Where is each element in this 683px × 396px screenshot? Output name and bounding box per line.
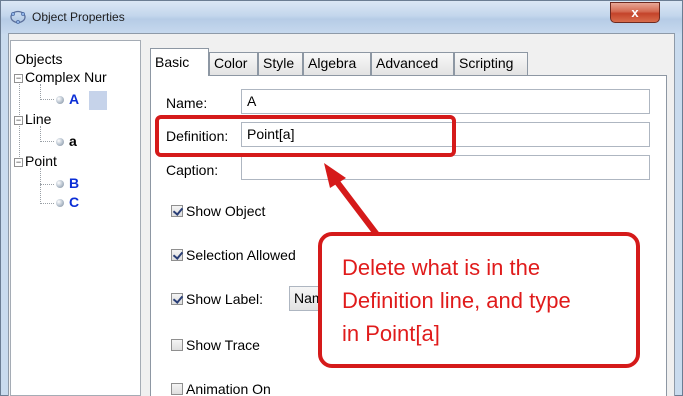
checkbox-checked-icon <box>171 205 183 217</box>
tree-item-a[interactable]: a <box>56 133 77 149</box>
show-label-checkbox[interactable]: Show Label: <box>171 291 263 307</box>
tree-group-label: Line <box>25 111 52 127</box>
selection-allowed-checkbox[interactable]: Selection Allowed <box>171 247 296 263</box>
tree-group-point[interactable]: − Point <box>14 153 57 169</box>
point-icon <box>56 199 64 208</box>
tree-group-complex[interactable]: − Complex Nur <box>14 69 107 85</box>
collapse-icon[interactable]: − <box>14 73 23 83</box>
object-properties-icon <box>10 10 26 24</box>
tree-item-B[interactable]: B <box>56 175 79 191</box>
tab-scripting[interactable]: Scripting <box>454 52 528 75</box>
point-icon <box>56 180 64 189</box>
window-title: Object Properties <box>32 10 125 24</box>
definition-highlight-box <box>155 115 456 157</box>
tree-item-label: C <box>69 194 80 210</box>
tree-group-label: Complex Nur <box>25 69 107 85</box>
checkbox-checked-icon <box>171 293 183 305</box>
animation-on-checkbox[interactable]: Animation On <box>171 381 271 396</box>
tree-item-C[interactable]: C <box>56 194 79 210</box>
checkbox-unchecked-icon <box>171 383 183 395</box>
show-label-label: Show Label: <box>186 291 264 307</box>
checkbox-unchecked-icon <box>171 339 183 351</box>
name-field[interactable]: A <box>241 89 650 114</box>
tab-label: Style <box>263 55 295 71</box>
tree-item-label: B <box>69 175 80 191</box>
checkbox-checked-icon <box>171 249 183 261</box>
tab-label: Color <box>214 55 248 71</box>
collapse-icon[interactable]: − <box>14 115 23 125</box>
tree-group-line[interactable]: − Line <box>14 111 51 127</box>
tab-advanced[interactable]: Advanced <box>371 52 454 75</box>
selection-highlight <box>89 91 107 110</box>
show-trace-checkbox[interactable]: Show Trace <box>171 337 260 353</box>
tree-connector <box>40 99 54 100</box>
title-bar[interactable]: Object Properties x <box>1 1 682 34</box>
tab-label: Scripting <box>459 55 514 71</box>
name-label: Name: <box>166 95 208 111</box>
tree-connector <box>40 203 54 204</box>
object-tree[interactable]: Objects − Complex Nur A − Line a − Point B … <box>10 40 141 396</box>
tab-color[interactable]: Color <box>209 52 258 75</box>
tree-root: Objects <box>15 51 62 67</box>
show-object-label: Show Object <box>186 203 266 219</box>
tree-connector <box>40 184 54 185</box>
tree-connector <box>40 168 41 204</box>
collapse-icon[interactable]: − <box>14 157 23 167</box>
show-trace-label: Show Trace <box>186 337 260 353</box>
tree-item-label: A <box>69 91 80 107</box>
tab-label: Algebra <box>308 55 357 71</box>
tab-style[interactable]: Style <box>258 52 303 75</box>
caption-label: Caption: <box>166 162 219 178</box>
tab-basic[interactable]: Basic <box>150 48 209 76</box>
close-button[interactable]: x <box>610 2 660 23</box>
tab-label: Advanced <box>376 55 439 71</box>
tab-label: Basic <box>155 54 190 70</box>
caption-field[interactable] <box>241 155 650 180</box>
tree-root-label: Objects <box>15 51 63 67</box>
show-object-checkbox[interactable]: Show Object <box>171 203 265 219</box>
annotation-callout: Delete what is in the Definition line, a… <box>318 232 640 368</box>
tree-item-label: a <box>69 133 77 149</box>
point-icon <box>56 96 64 105</box>
tree-group-label: Point <box>25 153 57 169</box>
tree-connector <box>40 84 41 100</box>
selection-allowed-label: Selection Allowed <box>186 247 296 263</box>
tree-item-A[interactable]: A <box>56 91 79 107</box>
close-icon: x <box>631 5 639 20</box>
name-value: A <box>247 93 257 109</box>
animation-on-label: Animation On <box>186 381 271 396</box>
tree-connector <box>40 141 54 142</box>
point-icon <box>56 138 64 147</box>
tab-algebra[interactable]: Algebra <box>303 52 371 75</box>
tree-connector <box>40 126 41 142</box>
